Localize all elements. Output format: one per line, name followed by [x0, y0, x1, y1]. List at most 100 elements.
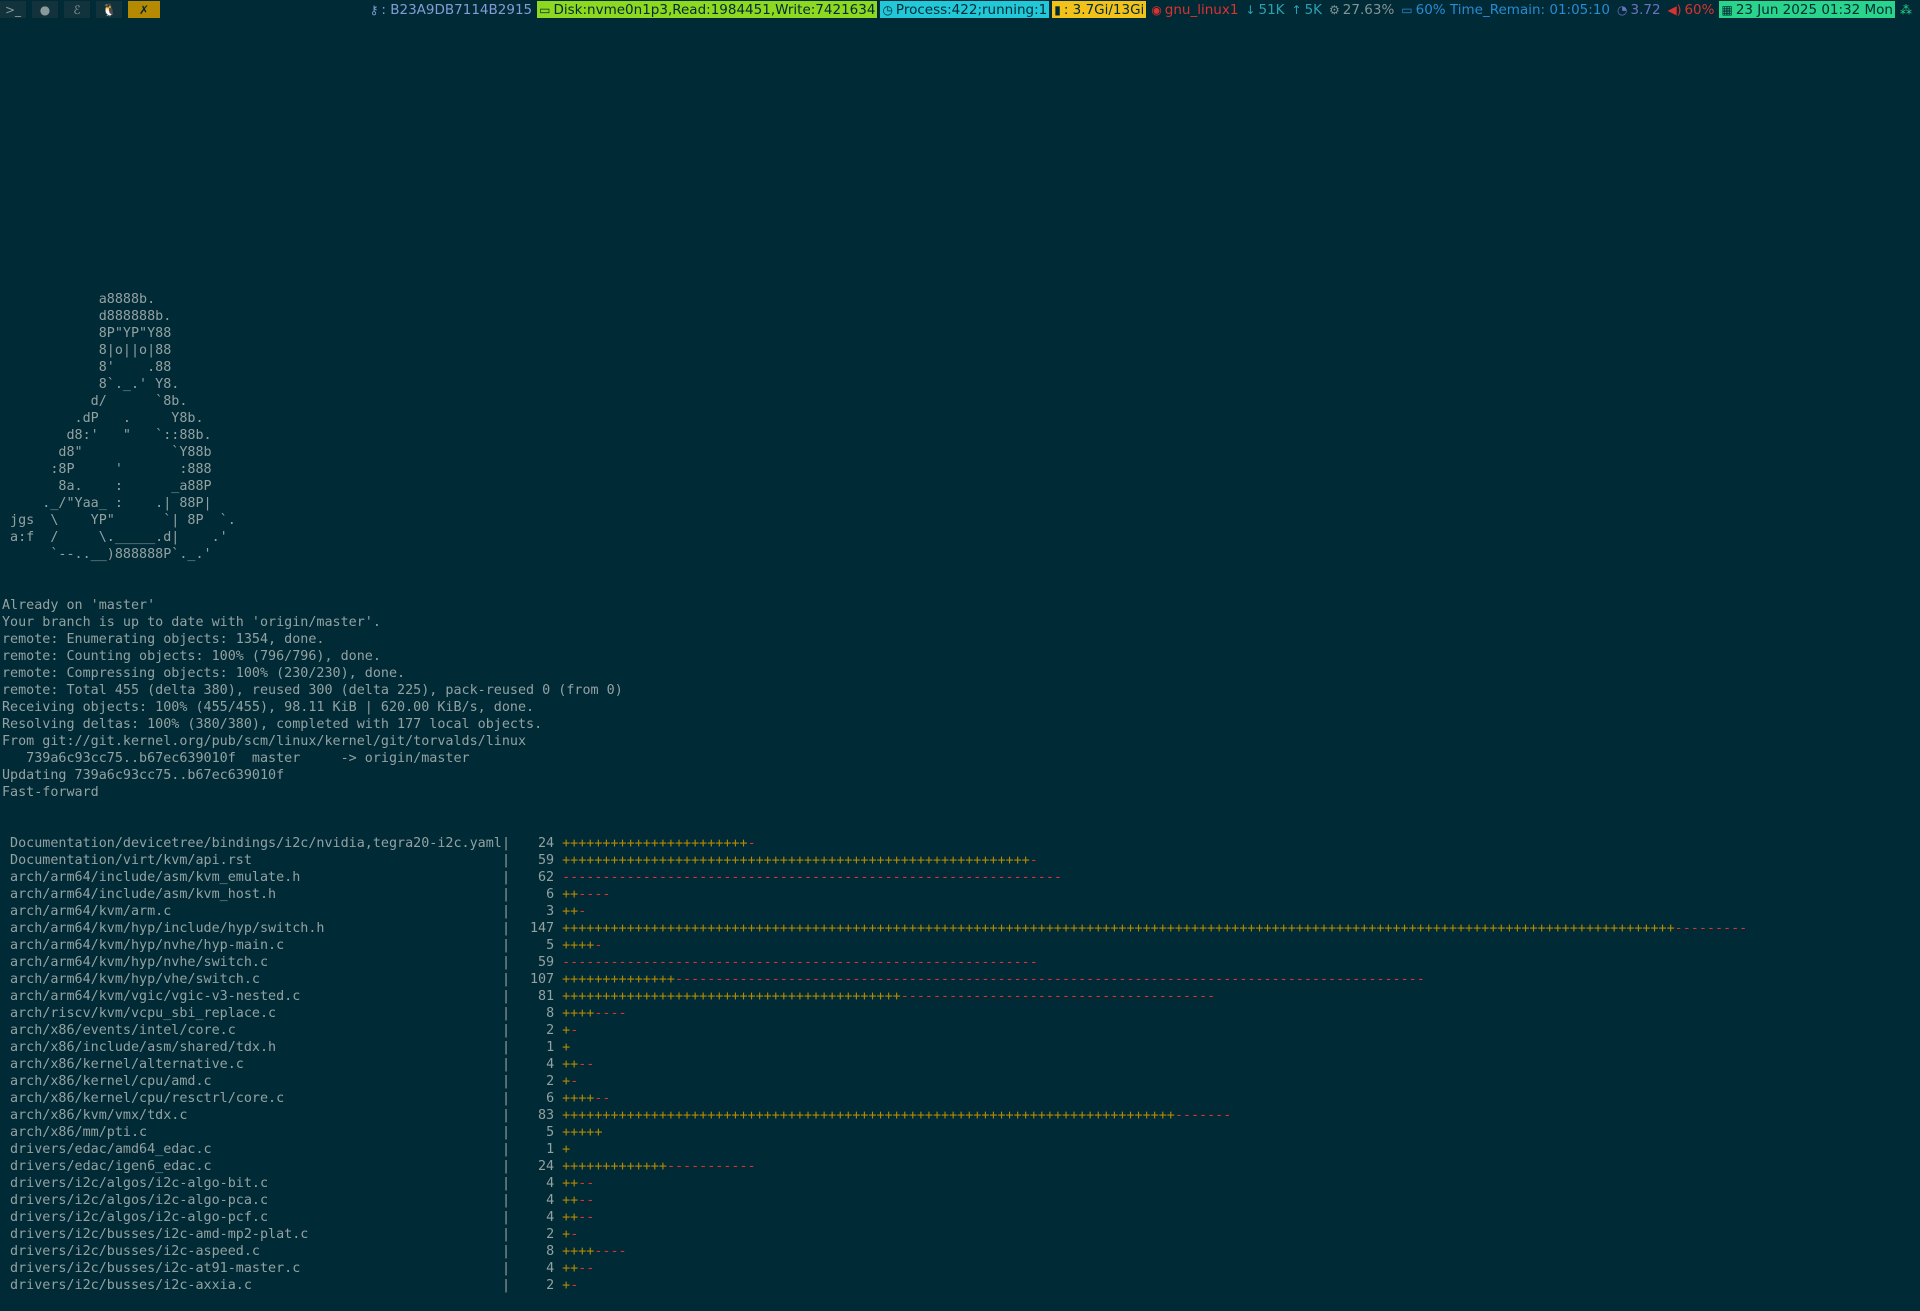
workspace-button-4[interactable]: 🐧 [96, 1, 122, 18]
diffstat-minus-bar: -- [578, 1176, 595, 1191]
diffstat-count: 2 [546, 1227, 555, 1242]
diffstat-count: 6 [546, 887, 555, 902]
ascii-art-line: :8P ' :888 [2, 462, 212, 477]
status-area: ⚷: B23A9DB7114B2915 ▭ Disk:nvme0n1p3,Read:… [368, 0, 1920, 19]
diffstat-minus-bar: - [570, 1023, 579, 1038]
diffstat-count: 8 [546, 1244, 555, 1259]
diffstat-file: arch/x86/kvm/vmx/tdx.c [2, 1108, 188, 1123]
diffstat-file: arch/x86/include/asm/shared/tdx.h [2, 1040, 277, 1055]
workspace-switcher: >_ ● ℰ 🐧 ✗ [0, 0, 166, 19]
download-icon: ↓ [1245, 2, 1256, 17]
diffstat-file: arch/arm64/kvm/arm.c [2, 904, 172, 919]
git-messages: Already on 'master' Your branch is up to … [2, 597, 1747, 801]
diffstat-count: 4 [546, 1193, 555, 1208]
ascii-art-line: 8|o||o|88 [2, 343, 172, 358]
diffstat-row: drivers/i2c/algos/i2c-algo-pca.c | 4 ++-- [2, 1192, 1747, 1209]
diffstat-count: 62 [538, 870, 555, 885]
diffstat-row: arch/arm64/kvm/hyp/nvhe/hyp-main.c | 5 +++… [2, 937, 1747, 954]
wifi-icon: ◉ [1151, 2, 1162, 17]
download-segment-text: 51K [1258, 1, 1285, 18]
diffstat-file: drivers/i2c/algos/i2c-algo-bit.c [2, 1176, 269, 1191]
diffstat-plus-bar: + [562, 1278, 571, 1293]
volume-icon: ◀) [1667, 2, 1682, 17]
diffstat-separator: | [502, 1023, 519, 1038]
diffstat-minus-bar: - [570, 1074, 579, 1089]
ascii-art-line: 8a. : _a88P [2, 479, 212, 494]
diffstat-minus-bar: - [570, 1278, 579, 1293]
diffstat-plus-bar: ++ [562, 1057, 579, 1072]
volume-segment-text: 60% [1684, 1, 1715, 18]
diffstat-row: arch/arm64/kvm/vgic/vgic-v3-nested.c | 81… [2, 988, 1747, 1005]
diffstat-count: 6 [546, 1091, 555, 1106]
diffstat-plus-bar: + [562, 1074, 571, 1089]
diffstat-minus-bar: - [570, 1227, 579, 1242]
terminal-line: Your branch is up to date with 'origin/m… [2, 615, 381, 630]
diffstat-minus-bar: --------- [1674, 921, 1748, 936]
diffstat-list: Documentation/devicetree/bindings/i2c/nv… [2, 835, 1747, 1294]
workspace-button-1[interactable]: >_ [0, 1, 26, 18]
ascii-art-line: a8888b. [2, 292, 156, 307]
diffstat-count: 2 [546, 1074, 555, 1089]
diffstat-minus-bar: - [578, 904, 587, 919]
diffstat-separator: | [502, 1227, 519, 1242]
diffstat-file: Documentation/virt/kvm/api.rst [2, 853, 252, 868]
diffstat-count: 4 [546, 1057, 555, 1072]
diffstat-plus-bar: + [562, 1023, 571, 1038]
diffstat-file: arch/arm64/kvm/hyp/nvhe/hyp-main.c [2, 938, 285, 953]
ascii-art-line: .dP . Y8b. [2, 411, 204, 426]
diffstat-plus-bar: ++++ [562, 1006, 595, 1021]
diffstat-count: 24 [538, 1159, 555, 1174]
ascii-art-line: ._/"Yaa_ : .| 88P| [2, 496, 212, 511]
diffstat-plus-bar: ++++ [562, 1244, 595, 1259]
diffstat-file: drivers/edac/igen6_edac.c [2, 1159, 212, 1174]
diffstat-row: arch/riscv/kvm/vcpu_sbi_replace.c | 8 ++++… [2, 1005, 1747, 1022]
diffstat-file: arch/riscv/kvm/vcpu_sbi_replace.c [2, 1006, 277, 1021]
diffstat-count: 83 [538, 1108, 555, 1123]
terminal-line: 739a6c93cc75..b67ec639010f master -> ori… [2, 751, 470, 766]
key-segment-text: : B23A9DB7114B2915 [381, 1, 533, 18]
diffstat-separator: | [502, 1040, 519, 1055]
diffstat-file: arch/arm64/kvm/hyp/nvhe/switch.c [2, 955, 269, 970]
workspace-button-5[interactable]: ✗ [128, 1, 160, 18]
diffstat-plus-bar: ++++++++++++++ [562, 972, 675, 987]
diffstat-separator: | [502, 1108, 519, 1123]
diffstat-file: drivers/i2c/algos/i2c-algo-pca.c [2, 1193, 269, 1208]
diffstat-row: drivers/edac/amd64_edac.c | 1 + [2, 1141, 1747, 1158]
diffstat-plus-bar: + [562, 1040, 571, 1055]
diffstat-minus-bar: -- [578, 1210, 595, 1225]
diffstat-plus-bar: ++++ [562, 1091, 595, 1106]
diffstat-plus-bar: +++++++++++++++++++++++ [562, 836, 748, 851]
diffstat-separator: | [502, 1142, 519, 1157]
ascii-art-line: a:f / \._____.d| .' [2, 530, 228, 545]
diffstat-file: arch/x86/kernel/cpu/amd.c [2, 1074, 212, 1089]
ascii-art-line: 8P"YP"Y88 [2, 326, 172, 341]
disk-segment: ▭ Disk:nvme0n1p3,Read:1984451,Write:74216… [537, 1, 878, 18]
upload-icon: ↑ [1291, 2, 1302, 17]
diffstat-count: 4 [546, 1261, 555, 1276]
diffstat-separator: | [502, 1210, 519, 1225]
diffstat-count: 1 [546, 1142, 555, 1157]
diffstat-count: 5 [546, 1125, 555, 1140]
diffstat-count: 59 [538, 955, 555, 970]
memory-segment: ▮: 3.7Gi/13Gi [1052, 1, 1147, 18]
calendar-icon: ▦ [1721, 2, 1733, 17]
ascii-art-line: d/ `8b. [2, 394, 188, 409]
diffstat-plus-bar: ++++++++++++++++++++++++++++++++++++++++… [562, 1108, 1175, 1123]
diffstat-minus-bar: ------- [1174, 1108, 1232, 1123]
diffstat-separator: | [502, 870, 519, 885]
diffstat-minus-bar: ----------------------------------------… [562, 955, 1038, 970]
terminal-line: remote: Compressing objects: 100% (230/2… [2, 666, 406, 681]
ascii-art-line: 8' .88 [2, 360, 172, 375]
diffstat-row: drivers/i2c/busses/i2c-at91-master.c | 4 +… [2, 1260, 1747, 1277]
diffstat-minus-bar: ---- [578, 887, 611, 902]
ascii-art: a8888b. d888888b. 8P"YP"Y88 8|o||o|88 8'… [2, 291, 1747, 563]
workspace-button-3[interactable]: ℰ [64, 1, 90, 18]
diffstat-count: 24 [538, 836, 555, 851]
diffstat-plus-bar: ++++++++++++++++++++++++++++++++++++++++… [562, 989, 901, 1004]
memory-icon: ▮ [1054, 2, 1061, 17]
diffstat-minus-bar: -- [578, 1057, 595, 1072]
diffstat-separator: | [502, 1006, 519, 1021]
workspace-button-2[interactable]: ● [32, 1, 58, 18]
cpu-segment: ⚙ 27.63% [1327, 1, 1396, 18]
diffstat-row: Documentation/devicetree/bindings/i2c/nv… [2, 835, 1747, 852]
